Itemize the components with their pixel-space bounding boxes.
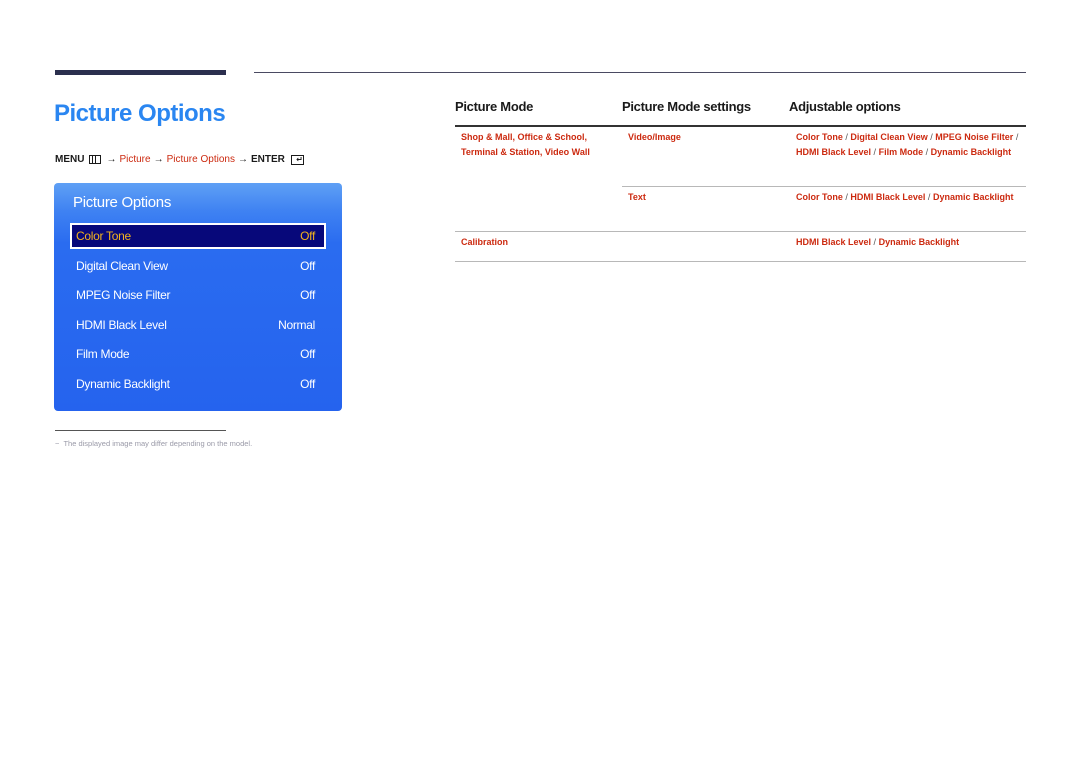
separator: / [845, 192, 848, 202]
path-arrow: → [237, 154, 248, 165]
separator: / [930, 132, 933, 142]
osd-item-label: Digital Clean View [76, 259, 168, 273]
cell-adjustable-options: Color Tone / HDMI Black Level / Dynamic … [796, 190, 1021, 205]
osd-title: Picture Options [73, 194, 172, 211]
option-link[interactable]: Dynamic Backlight [931, 147, 1012, 157]
osd-item-value: Off [300, 259, 315, 273]
osd-item-value: Normal [278, 318, 315, 332]
picture-mode-line: Terminal & Station, Video Wall [461, 146, 590, 157]
picture-options-osd-panel: Picture Options Color Tone Off Digital C… [54, 183, 342, 411]
option-link[interactable]: Color Tone [796, 132, 843, 142]
separator: / [845, 132, 848, 142]
osd-item-value: Off [300, 377, 315, 391]
footnote-rule [55, 430, 226, 431]
osd-item-dynamic-backlight[interactable]: Dynamic Backlight Off [71, 371, 325, 397]
header-rule-thick [55, 70, 226, 75]
page-title: Picture Options [54, 100, 226, 127]
path-arrow: → [153, 154, 164, 165]
separator: / [873, 146, 877, 157]
osd-item-digital-clean-view[interactable]: Digital Clean View Off [71, 253, 325, 279]
enter-label: ENTER [250, 154, 285, 165]
separator: / [1015, 132, 1019, 142]
cell-adjustable-options: HDMI Black Level / Dynamic Backlight [796, 235, 1021, 250]
header-rule-thin [254, 72, 1026, 73]
option-link[interactable]: HDMI Black Level [850, 192, 925, 202]
cell-picture-mode: Shop & Mall, Office & School, Terminal &… [461, 130, 621, 159]
osd-item-value: Off [300, 347, 315, 361]
option-link[interactable]: HDMI Black Level [796, 147, 871, 157]
picture-mode-line: Shop & Mall, Office & School, [461, 132, 588, 142]
separator: / [925, 146, 929, 157]
cell-picture-mode-setting: Text [628, 192, 646, 202]
osd-item-value: Off [300, 288, 315, 302]
row-separator [455, 261, 1026, 262]
osd-item-color-tone[interactable]: Color Tone Off [70, 223, 326, 249]
option-link[interactable]: Color Tone [796, 192, 843, 202]
option-link[interactable]: Dynamic Backlight [933, 192, 1014, 202]
osd-item-hdmi-black-level[interactable]: HDMI Black Level Normal [71, 312, 325, 338]
path-arrow: → [106, 154, 117, 165]
row-separator [455, 231, 1026, 232]
option-link[interactable]: Digital Clean View [850, 132, 927, 142]
cell-picture-mode: Calibration [461, 237, 509, 247]
cell-picture-mode-setting: Video/Image [628, 132, 681, 142]
cell-adjustable-options: Color Tone / Digital Clean View / MPEG N… [796, 130, 1021, 159]
enter-icon: ↵ [290, 154, 304, 165]
row-separator [622, 186, 1026, 187]
footnote-text: The displayed image may differ depending… [63, 439, 253, 448]
osd-item-value: Off [300, 229, 315, 243]
path-step-picture-options[interactable]: Picture Options [167, 154, 235, 165]
osd-item-mpeg-noise-filter[interactable]: MPEG Noise Filter Off [71, 282, 325, 308]
option-link[interactable]: MPEG Noise Filter [935, 132, 1013, 142]
menu-label: MENU [55, 154, 85, 165]
osd-item-label: MPEG Noise Filter [76, 288, 171, 302]
osd-item-label: Color Tone [76, 229, 131, 243]
separator: / [873, 237, 877, 247]
menu-grid-icon [89, 155, 102, 164]
column-header-adjustable-options: Adjustable options [789, 99, 901, 114]
separator: / [927, 192, 931, 202]
option-link[interactable]: Film Mode [879, 147, 924, 157]
footnote: − The displayed image may differ dependi… [55, 439, 252, 448]
footnote-dash: − [55, 439, 60, 448]
osd-item-label: HDMI Black Level [76, 318, 167, 332]
menu-path: MENU → Picture → Picture Options → ENTER… [55, 154, 304, 165]
option-link[interactable]: Dynamic Backlight [879, 237, 960, 247]
osd-item-label: Dynamic Backlight [76, 377, 170, 391]
path-step-picture[interactable]: Picture [119, 154, 150, 165]
column-header-picture-mode-settings: Picture Mode settings [622, 99, 751, 114]
option-link[interactable]: HDMI Black Level [796, 237, 871, 247]
osd-item-label: Film Mode [76, 347, 130, 361]
table-header-rule [455, 125, 1026, 127]
column-header-picture-mode: Picture Mode [455, 99, 534, 114]
osd-item-film-mode[interactable]: Film Mode Off [71, 341, 325, 367]
